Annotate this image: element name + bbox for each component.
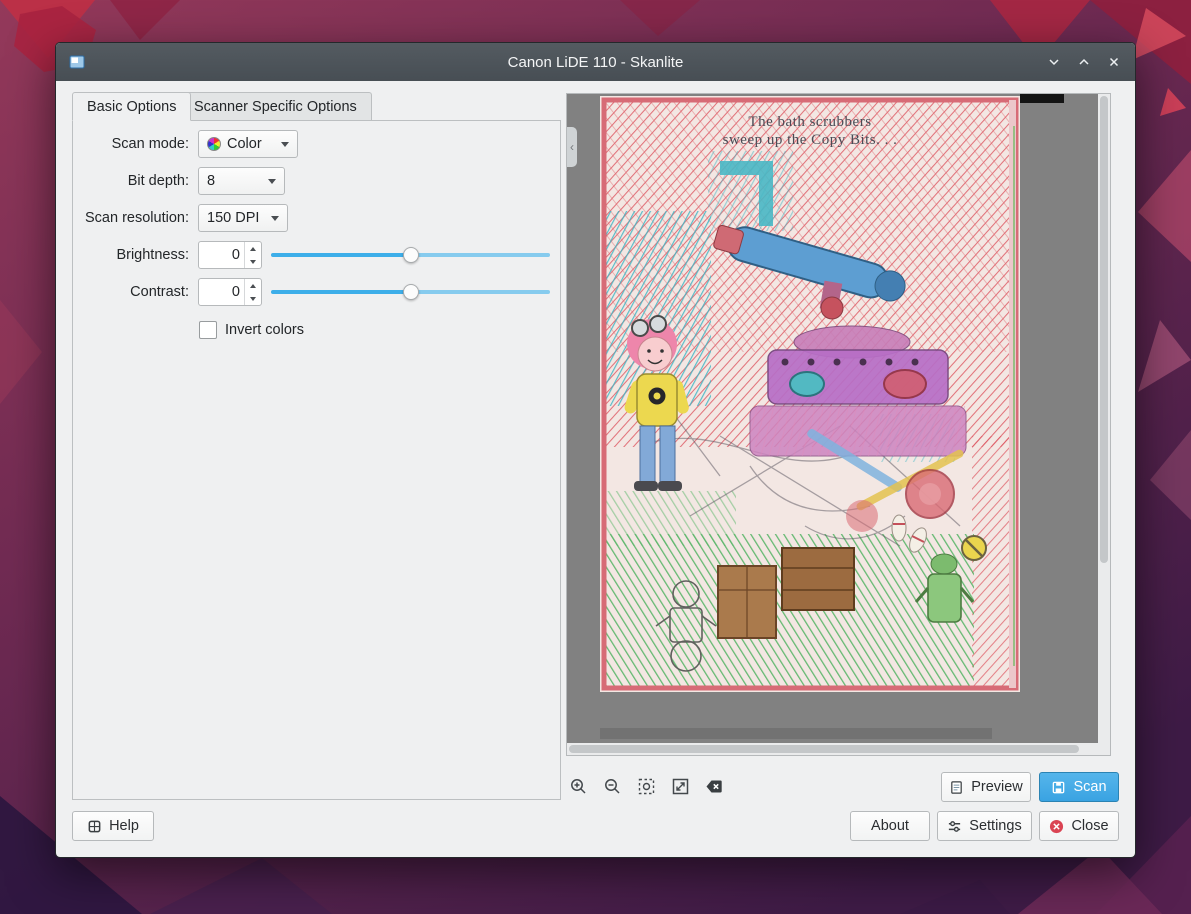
about-button-label: About	[871, 818, 909, 834]
scan-shadow-band	[600, 728, 992, 739]
contrast-spinbox[interactable]	[198, 278, 262, 306]
invert-colors-label: Invert colors	[225, 322, 304, 338]
save-floppy-icon	[1051, 780, 1066, 795]
close-window-button[interactable]	[1099, 47, 1129, 77]
scan-mode-dropdown[interactable]: Color	[198, 130, 298, 158]
triangle-up-icon	[250, 284, 256, 288]
contrast-input[interactable]	[199, 279, 244, 305]
spin-down-button[interactable]	[245, 292, 261, 305]
brightness-label: Brightness:	[73, 247, 189, 263]
preview-widget: The bath scrubbers sweep up the Copy Bit…	[566, 93, 1111, 756]
scan-mode-label: Scan mode:	[73, 136, 189, 152]
invert-colors-checkbox[interactable]	[199, 321, 217, 339]
zoom-out-icon[interactable]	[603, 777, 622, 796]
chevron-down-icon	[281, 142, 289, 147]
scrollbar-corner	[1098, 743, 1110, 755]
scan-button[interactable]: Scan	[1039, 772, 1119, 802]
chevron-down-icon	[271, 216, 279, 221]
bit-depth-dropdown[interactable]: 8	[198, 167, 285, 195]
preview-button-label: Preview	[971, 779, 1023, 795]
spin-up-button[interactable]	[245, 279, 261, 292]
zoom-selection-icon[interactable]	[637, 777, 656, 796]
tab-basic-options-label: Basic Options	[87, 99, 176, 115]
scan-caption-line1: The bath scrubbers	[748, 114, 871, 130]
window-title: Canon LiDE 110 - Skanlite	[56, 54, 1135, 71]
scan-resolution-value: 150 DPI	[207, 210, 259, 226]
document-preview-icon	[949, 780, 964, 795]
preview-canvas[interactable]: The bath scrubbers sweep up the Copy Bit…	[567, 94, 1098, 743]
triangle-down-icon	[250, 297, 256, 301]
basic-options-panel: Scan mode: Color Bit depth: 8 Scan resol…	[72, 120, 561, 800]
contrast-slider[interactable]	[271, 282, 550, 302]
brightness-slider[interactable]	[271, 245, 550, 265]
horizontal-scrollbar[interactable]	[567, 743, 1098, 755]
color-wheel-icon	[207, 137, 221, 151]
scan-resolution-label: Scan resolution:	[73, 210, 189, 226]
clear-selections-icon[interactable]	[705, 777, 724, 796]
help-button-label: Help	[109, 818, 139, 834]
scan-mode-value: Color	[227, 136, 262, 152]
triangle-up-icon	[250, 247, 256, 251]
shade-button[interactable]	[1039, 47, 1069, 77]
help-icon	[87, 819, 102, 834]
window-icon	[69, 54, 85, 70]
preview-zoom-toolbar	[569, 774, 724, 798]
chevron-up-icon	[1076, 54, 1092, 70]
horizontal-scrollbar-thumb[interactable]	[569, 745, 1079, 753]
skanlite-window: Canon LiDE 110 - Skanlite Basic Options …	[55, 42, 1136, 858]
chevron-down-icon	[268, 179, 276, 184]
bit-depth-label: Bit depth:	[73, 173, 189, 189]
chevron-down-icon	[1046, 54, 1062, 70]
scanned-preview-image[interactable]: The bath scrubbers sweep up the Copy Bit…	[600, 96, 1020, 692]
close-button[interactable]: Close	[1039, 811, 1119, 841]
scan-edge-strip	[1020, 94, 1064, 103]
vertical-scrollbar-thumb[interactable]	[1100, 96, 1108, 563]
about-button[interactable]: About	[850, 811, 930, 841]
scan-caption-line2: sweep up the Copy Bits. . .	[723, 132, 898, 148]
tab-scanner-specific-options[interactable]: Scanner Specific Options	[179, 92, 372, 121]
triangle-down-icon	[250, 260, 256, 264]
maximize-button[interactable]	[1069, 47, 1099, 77]
close-x-icon	[1106, 54, 1122, 70]
bit-depth-value: 8	[207, 173, 215, 189]
close-button-label: Close	[1071, 818, 1108, 834]
settings-button-label: Settings	[969, 818, 1021, 834]
spin-down-button[interactable]	[245, 255, 261, 268]
titlebar[interactable]: Canon LiDE 110 - Skanlite	[56, 43, 1135, 81]
close-red-icon	[1049, 819, 1064, 834]
slider-handle[interactable]	[403, 247, 419, 263]
scan-resolution-dropdown[interactable]: 150 DPI	[198, 204, 288, 232]
chevron-left-icon: ‹	[570, 140, 574, 154]
tab-basic-options[interactable]: Basic Options	[72, 92, 191, 121]
zoom-fit-icon[interactable]	[671, 777, 690, 796]
tab-scanner-specific-options-label: Scanner Specific Options	[194, 99, 357, 115]
preview-button[interactable]: Preview	[941, 772, 1031, 802]
slider-handle[interactable]	[403, 284, 419, 300]
zoom-in-icon[interactable]	[569, 777, 588, 796]
settings-sliders-icon	[947, 819, 962, 834]
vertical-scrollbar[interactable]	[1098, 94, 1110, 743]
help-button[interactable]: Help	[72, 811, 154, 841]
splitter-collapse-handle[interactable]: ‹	[567, 127, 577, 167]
scan-button-label: Scan	[1073, 779, 1106, 795]
brightness-spinbox[interactable]	[198, 241, 262, 269]
contrast-label: Contrast:	[73, 284, 189, 300]
settings-button[interactable]: Settings	[937, 811, 1032, 841]
brightness-input[interactable]	[199, 242, 244, 268]
spin-up-button[interactable]	[245, 242, 261, 255]
